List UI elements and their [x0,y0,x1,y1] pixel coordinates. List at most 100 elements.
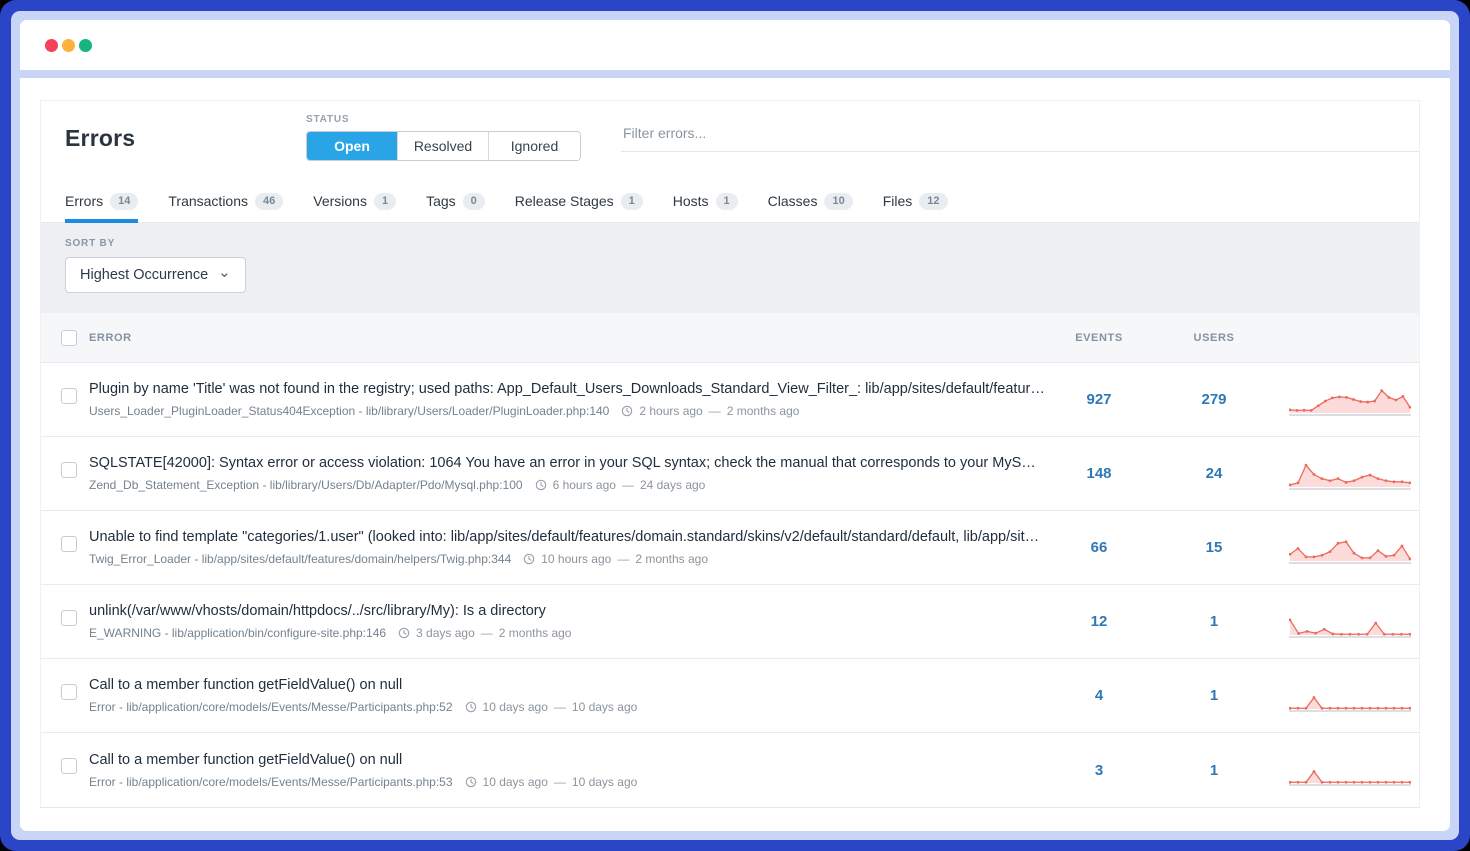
table-row[interactable]: Plugin by name 'Title' was not found in … [41,363,1419,437]
error-class-location[interactable]: Twig_Error_Loader - lib/app/sites/defaul… [89,552,511,566]
error-column-header: ERROR [89,332,1059,344]
panel-header: Errors STATUS Open Resolved Ignored [41,101,1419,185]
error-title[interactable]: unlink(/var/www/vhosts/domain/httpdocs/.… [89,603,1059,619]
error-title[interactable]: Call to a member function getFieldValue(… [89,677,1059,693]
tab-label: Hosts [673,193,709,209]
sort-band: SORT BY Highest Occurrence ⌄ [41,223,1419,313]
tab-item[interactable]: Files 12 [883,185,948,223]
tab-label: Tags [426,193,456,209]
page-content: Errors STATUS Open Resolved Ignored Erro… [20,78,1450,831]
chevron-down-icon: ⌄ [218,268,231,278]
status-label: STATUS [306,114,581,125]
sparkline-chart [1289,528,1411,568]
row-checkbox[interactable] [61,684,77,700]
error-cell: Call to a member function getFieldValue(… [89,752,1059,789]
maximize-window-icon[interactable] [79,39,92,52]
sort-dropdown-value: Highest Occurrence [80,267,208,283]
status-segmented-control: Open Resolved Ignored [306,131,581,161]
row-checkbox[interactable] [61,610,77,626]
minimize-window-icon[interactable] [62,39,75,52]
tab-count-badge: 0 [463,193,485,210]
tab-item[interactable]: Tags 0 [426,185,485,223]
row-checkbox[interactable] [61,388,77,404]
clock-icon [535,479,547,491]
error-cell: SQLSTATE[42000]: Syntax error or access … [89,455,1059,492]
error-title[interactable]: Call to a member function getFieldValue(… [89,752,1059,768]
error-class-location[interactable]: Error - lib/application/core/models/Even… [89,700,453,714]
events-count[interactable]: 148 [1059,465,1139,482]
error-meta: Error - lib/application/core/models/Even… [89,775,1059,789]
error-meta: Zend_Db_Statement_Exception - lib/librar… [89,478,1059,492]
date-range-dash: — [554,775,566,789]
users-count[interactable]: 24 [1139,465,1289,482]
error-class-location[interactable]: Zend_Db_Statement_Exception - lib/librar… [89,478,523,492]
row-checkbox[interactable] [61,462,77,478]
table-row[interactable]: Call to a member function getFieldValue(… [41,733,1419,807]
users-count[interactable]: 1 [1139,687,1289,704]
select-all-checkbox[interactable] [61,330,77,346]
tab-item[interactable]: Release Stages 1 [515,185,643,223]
error-cell: unlink(/var/www/vhosts/domain/httpdocs/.… [89,603,1059,640]
events-count[interactable]: 4 [1059,687,1139,704]
tab-count-badge: 1 [374,193,396,210]
last-seen-time: 2 months ago [635,552,708,566]
users-count[interactable]: 279 [1139,391,1289,408]
tab-label: Files [883,193,913,209]
tab-item[interactable]: Transactions 46 [168,185,283,223]
users-count[interactable]: 1 [1139,613,1289,630]
first-seen-time: 2 hours ago [639,404,702,418]
tab-item[interactable]: Hosts 1 [673,185,738,223]
titlebar-divider [20,70,1450,78]
tab-item[interactable]: Classes 10 [768,185,853,223]
sort-dropdown[interactable]: Highest Occurrence ⌄ [65,257,246,293]
events-count[interactable]: 927 [1059,391,1139,408]
table-row[interactable]: Call to a member function getFieldValue(… [41,659,1419,733]
error-meta: Users_Loader_PluginLoader_Status404Excep… [89,404,1059,418]
sparkline-chart [1289,454,1411,494]
last-seen-time: 2 months ago [499,626,572,640]
tab-item[interactable]: Errors 14 [65,185,138,223]
error-title[interactable]: SQLSTATE[42000]: Syntax error or access … [89,455,1059,471]
clock-icon [465,701,477,713]
events-count[interactable]: 12 [1059,613,1139,630]
error-class-location[interactable]: E_WARNING - lib/application/bin/configur… [89,626,386,640]
first-seen-time: 6 hours ago [553,478,616,492]
last-seen-time: 2 months ago [727,404,800,418]
tab-count-badge: 10 [824,193,852,210]
sparkline-chart [1289,750,1411,790]
status-option-label: Resolved [414,138,472,154]
error-title[interactable]: Unable to find template "categories/1.us… [89,529,1059,545]
error-class-location[interactable]: Users_Loader_PluginLoader_Status404Excep… [89,404,609,418]
clock-icon [465,776,477,788]
tab-item[interactable]: Versions 1 [313,185,396,223]
tab-count-badge: 46 [255,193,283,210]
events-count[interactable]: 66 [1059,539,1139,556]
tab-count-badge: 1 [716,193,738,210]
error-cell: Plugin by name 'Title' was not found in … [89,381,1059,418]
error-table-body: Plugin by name 'Title' was not found in … [41,363,1419,807]
error-class-location[interactable]: Error - lib/application/core/models/Even… [89,775,453,789]
tab-label: Versions [313,193,367,209]
table-row[interactable]: unlink(/var/www/vhosts/domain/httpdocs/.… [41,585,1419,659]
table-row[interactable]: SQLSTATE[42000]: Syntax error or access … [41,437,1419,511]
users-count[interactable]: 15 [1139,539,1289,556]
users-count[interactable]: 1 [1139,762,1289,779]
close-window-icon[interactable] [45,39,58,52]
tab-label: Transactions [168,193,248,209]
status-option-button[interactable]: Resolved [398,132,489,160]
clock-icon [621,405,633,417]
table-row[interactable]: Unable to find template "categories/1.us… [41,511,1419,585]
status-option-button[interactable]: Ignored [489,132,580,160]
error-title[interactable]: Plugin by name 'Title' was not found in … [89,381,1059,397]
filter-errors-input[interactable] [621,121,1419,152]
status-option-button[interactable]: Open [307,132,398,160]
tab-label: Release Stages [515,193,614,209]
clock-icon [523,553,535,565]
events-count[interactable]: 3 [1059,762,1139,779]
row-checkbox[interactable] [61,536,77,552]
tab-bar: Errors 14 Transactions 46 Versions 1 Tag… [41,185,1419,223]
row-checkbox[interactable] [61,758,77,774]
tab-label: Errors [65,193,103,209]
tab-label: Classes [768,193,818,209]
sort-by-label: SORT BY [65,238,1419,249]
